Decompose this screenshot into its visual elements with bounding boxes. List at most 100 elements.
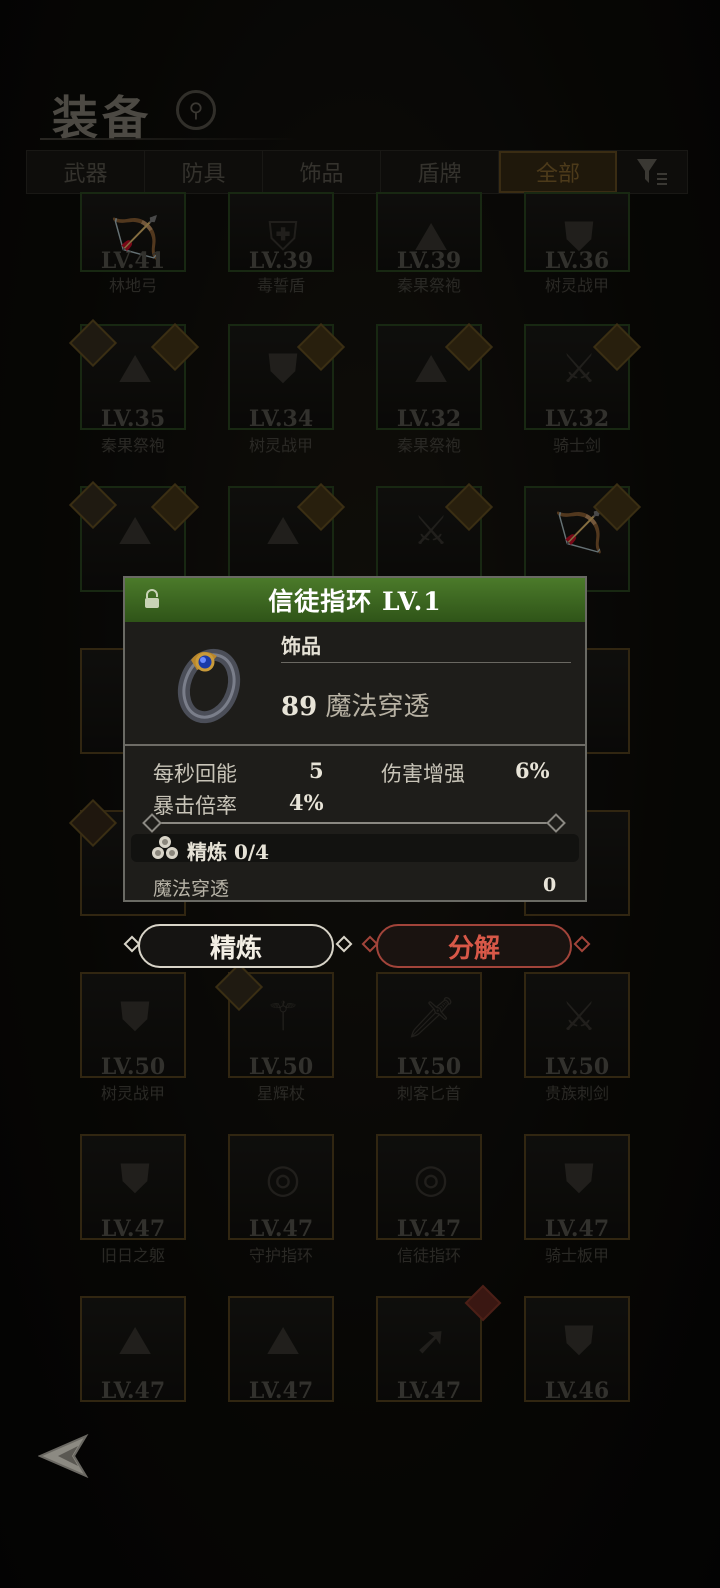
item-name: 星辉杖: [256, 1084, 305, 1103]
item-level: LV.39: [248, 248, 314, 274]
category-tabs: 武器 防具 饰品 盾牌 全部: [26, 150, 688, 194]
item-level: LV.50: [248, 1054, 314, 1080]
ornament-divider: [147, 822, 557, 824]
item-name: 树灵战甲: [248, 436, 313, 455]
refine-stat-value: 0: [543, 874, 557, 896]
rapier-icon: ⚔: [561, 994, 597, 1040]
item-level: LV.47: [100, 1216, 166, 1242]
item-level: LV.32: [396, 406, 462, 432]
item-level: LV.50: [544, 1054, 610, 1080]
item-level: LV.41: [100, 248, 166, 274]
stat-value: 6%: [515, 758, 550, 783]
item-name: 旧日之躯: [100, 1246, 165, 1265]
item-name: 骑士剑: [552, 436, 601, 455]
armor-icon: ⛊: [564, 1318, 594, 1364]
item-level: LV.50: [100, 1054, 166, 1080]
inventory-item[interactable]: ⛰ LV.39: [376, 192, 482, 274]
item-name: 信徒指环: [396, 1246, 461, 1265]
tab-weapons[interactable]: 武器: [27, 151, 145, 193]
inventory-item[interactable]: ⛨ LV.39: [228, 192, 334, 274]
armor-icon: ⛊: [564, 1156, 594, 1202]
refine-gems-icon: [152, 836, 178, 859]
type-divider: [281, 662, 571, 663]
dismantle-button[interactable]: 分解: [376, 924, 572, 968]
stat-label: 每秒回能: [153, 762, 237, 786]
inventory-item[interactable]: ⛰ LV.47: [228, 1296, 334, 1404]
item-level: LV.36: [544, 248, 610, 274]
back-arrow-icon[interactable]: [38, 1432, 90, 1480]
robe-icon: ⛰: [266, 1318, 300, 1364]
tab-armor[interactable]: 防具: [145, 151, 263, 193]
item-level: LV.47: [544, 1216, 610, 1242]
inventory-item[interactable]: ◎ LV.47: [376, 1134, 482, 1242]
item-detail-popup: 信徒指环 LV.1 饰品 89 魔法穿透 每秒回能 5 伤害增强 6% 暴击倍率…: [123, 576, 587, 902]
item-name: 守护指环: [248, 1246, 313, 1265]
filter-button[interactable]: [617, 151, 687, 193]
inventory-item[interactable]: ⚔ LV.50: [524, 972, 630, 1080]
main-stat-value: 89: [281, 692, 318, 722]
item-name: 树灵战甲: [100, 1084, 165, 1103]
item-level: LV.46: [544, 1378, 610, 1404]
refine-progress: 精炼 0/4: [187, 840, 270, 864]
stat-value: 5: [309, 758, 324, 783]
item-title: 信徒指环 LV.1: [268, 587, 442, 616]
divider-end-icon: [546, 813, 566, 833]
main-stat-label: 魔法穿透: [325, 692, 430, 722]
item-name: 贵族刺剑: [544, 1084, 609, 1103]
item-level: LV.35: [100, 406, 166, 432]
inventory-item[interactable]: ⛊ LV.47: [524, 1134, 630, 1242]
inventory-item[interactable]: ⛊ LV.47: [80, 1134, 186, 1242]
search-button[interactable]: ⚲: [176, 90, 216, 130]
filter-icon: [637, 159, 667, 185]
ring-icon: ◎: [265, 1156, 301, 1202]
item-level: LV.47: [396, 1378, 462, 1404]
refine-stat-label: 魔法穿透: [153, 878, 230, 900]
stat-value: 4%: [289, 790, 324, 815]
section-divider: [125, 744, 585, 746]
armor-icon: ⛊: [120, 1156, 150, 1202]
dagger-icon: 🗡: [405, 994, 457, 1041]
item-level: LV.39: [396, 248, 462, 274]
inventory-item[interactable]: 🏹 LV.41: [80, 192, 186, 274]
inventory-item[interactable]: ➚ LV.47: [376, 1296, 482, 1404]
item-level: LV.50: [396, 1054, 462, 1080]
tab-shields[interactable]: 盾牌: [381, 151, 499, 193]
item-type: 饰品: [281, 634, 321, 658]
inventory-item[interactable]: ⛰ LV.47: [80, 1296, 186, 1404]
item-level: LV.47: [396, 1216, 462, 1242]
item-level: LV.32: [544, 406, 610, 432]
tab-all[interactable]: 全部: [499, 151, 617, 193]
inventory-item[interactable]: ⛊ LV.50: [80, 972, 186, 1080]
popup-header: 信徒指环 LV.1: [125, 578, 585, 622]
item-level: LV.47: [248, 1216, 314, 1242]
staff-icon: ⚚: [265, 994, 301, 1040]
ring-icon: [177, 648, 241, 724]
refine-button[interactable]: 精炼: [138, 924, 334, 968]
stat-label: 伤害增强: [381, 762, 465, 786]
item-name: 骑士板甲: [544, 1246, 609, 1265]
main-stat: 89 魔法穿透: [281, 686, 429, 723]
item-level: LV.47: [100, 1378, 166, 1404]
tab-accessories[interactable]: 饰品: [263, 151, 381, 193]
lock-icon[interactable]: [141, 588, 163, 610]
item-name: 刺客匕首: [396, 1084, 461, 1103]
item-level: LV.47: [248, 1378, 314, 1404]
robe-icon: ⛰: [118, 1318, 152, 1364]
inventory-item[interactable]: 🗡 LV.50: [376, 972, 482, 1080]
stat-label: 暴击倍率: [153, 794, 237, 818]
button-ornament-icon: [335, 935, 353, 953]
item-level: LV.34: [248, 406, 314, 432]
inventory-item[interactable]: ⛊ LV.46: [524, 1296, 630, 1404]
item-name: 树灵战甲: [544, 276, 609, 295]
item-name: 秦果祭袍: [396, 436, 461, 455]
inventory-item[interactable]: ◎ LV.47: [228, 1134, 334, 1242]
header-underline: [40, 138, 300, 140]
item-name: 毒誓盾: [256, 276, 305, 295]
ring-icon: ◎: [413, 1156, 449, 1202]
item-name: 秦果祭袍: [100, 436, 165, 455]
item-name: 林地弓: [108, 276, 157, 295]
spear-icon: ➚: [414, 1318, 448, 1364]
item-name: 秦果祭袍: [396, 276, 461, 295]
inventory-item[interactable]: ⛊ LV.36: [524, 192, 630, 274]
button-ornament-icon: [573, 935, 591, 953]
